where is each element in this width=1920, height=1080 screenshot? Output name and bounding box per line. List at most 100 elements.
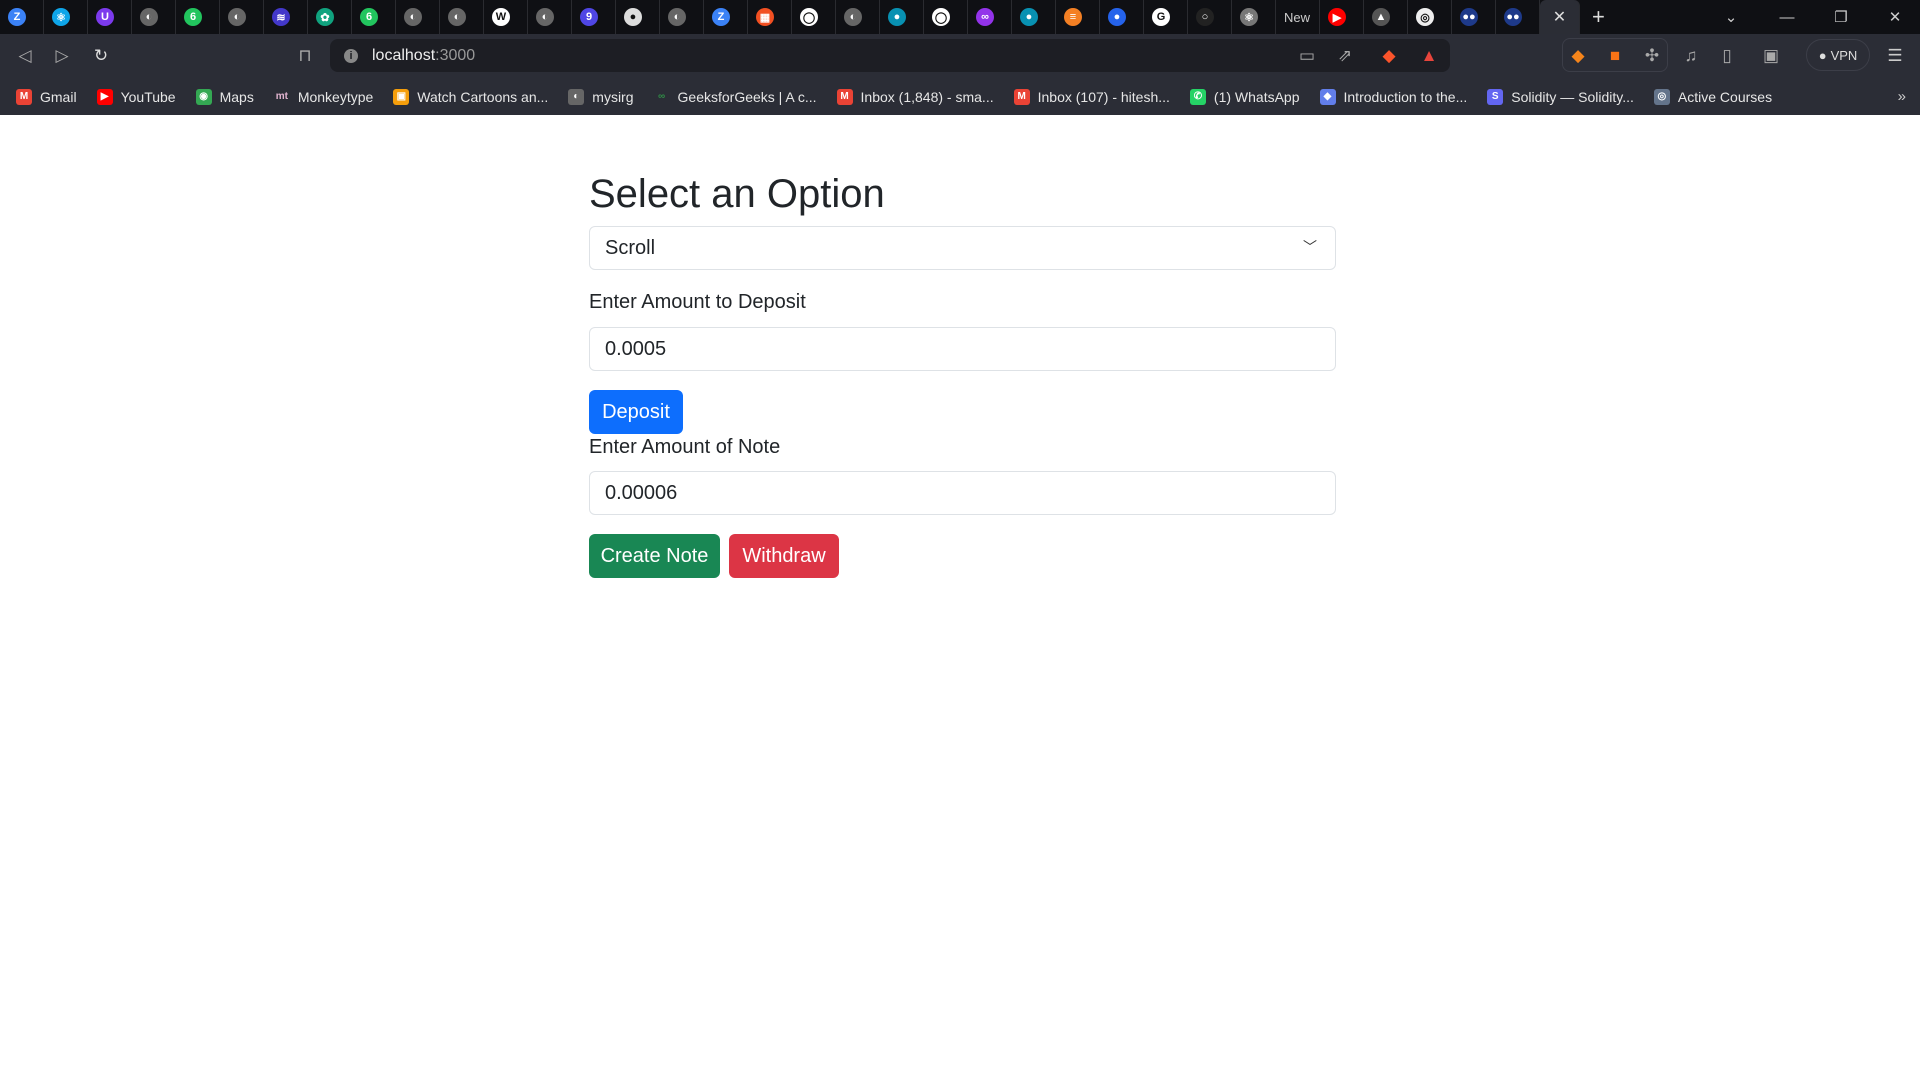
sidebar-icon[interactable]: ▯ bbox=[1712, 34, 1742, 78]
share-icon[interactable]: ⇗ bbox=[1330, 34, 1360, 78]
browser-tab[interactable]: ● bbox=[1012, 0, 1056, 34]
back-icon[interactable]: ◁ bbox=[10, 34, 40, 78]
close-tab-icon[interactable]: ✕ bbox=[1553, 7, 1566, 27]
tab-favicon-icon: ⚛ bbox=[1240, 8, 1258, 26]
tab-favicon-icon: ● bbox=[1020, 8, 1038, 26]
browser-tab[interactable]: ≡ bbox=[1056, 0, 1100, 34]
bookmark-item[interactable]: ▶ YouTube bbox=[96, 88, 176, 105]
bookmark-label: Inbox (1,848) - sma... bbox=[860, 88, 994, 105]
site-info-icon[interactable]: i bbox=[344, 48, 358, 63]
bookmark-favicon-icon: mt bbox=[275, 91, 288, 102]
browser-tab[interactable]: ●● bbox=[1452, 0, 1496, 34]
brave-shields-icon[interactable]: ◆ bbox=[1374, 34, 1404, 78]
cast-icon[interactable]: ▭ bbox=[1292, 34, 1322, 78]
tab-favicon-icon: ◐ bbox=[140, 8, 158, 26]
browser-tab[interactable]: ▲ bbox=[1364, 0, 1408, 34]
vpn-label: VPN bbox=[1830, 47, 1858, 63]
bookmark-item[interactable]: ◐ mysirg bbox=[568, 88, 634, 105]
vpn-button[interactable]: ● VPN bbox=[1806, 39, 1870, 71]
tab-favicon-icon: 9 bbox=[580, 8, 598, 26]
withdraw-button[interactable]: Withdraw bbox=[729, 534, 839, 578]
restore-button[interactable]: ❐ bbox=[1816, 0, 1866, 34]
browser-tab[interactable]: ◯ bbox=[924, 0, 968, 34]
note-amount-input[interactable]: 0.00006 bbox=[589, 471, 1336, 515]
bookmark-item[interactable]: M Inbox (107) - hitesh... bbox=[1013, 88, 1170, 105]
bookmark-favicon-icon: ✆ bbox=[1189, 88, 1206, 105]
browser-tab[interactable]: 6 bbox=[352, 0, 396, 34]
minimize-button[interactable]: — bbox=[1762, 0, 1812, 34]
bookmark-label: Gmail bbox=[40, 88, 77, 105]
bookmark-item[interactable]: ◉ Maps bbox=[195, 88, 254, 105]
browser-tab[interactable]: ◐ bbox=[836, 0, 880, 34]
bookmark-item[interactable]: ✆ (1) WhatsApp bbox=[1189, 88, 1300, 105]
music-icon[interactable]: ♫ bbox=[1676, 34, 1706, 78]
browser-tab[interactable]: ○ bbox=[1188, 0, 1232, 34]
bookmarks-more-button[interactable]: » bbox=[1898, 78, 1906, 115]
bookmark-favicon-icon: ▣ bbox=[393, 88, 410, 105]
browser-tab[interactable]: U bbox=[88, 0, 132, 34]
browser-tab[interactable]: G bbox=[1144, 0, 1188, 34]
tab-favicon-icon: ◐ bbox=[844, 8, 862, 26]
wallet-icon[interactable]: ▣ bbox=[1756, 34, 1786, 78]
bookmark-item[interactable]: M Inbox (1,848) - sma... bbox=[836, 88, 994, 105]
bookmark-favicon-icon: ◆ bbox=[1319, 88, 1336, 105]
bookmark-favicon-icon: M bbox=[1013, 88, 1030, 105]
browser-tab[interactable]: ◐ bbox=[132, 0, 176, 34]
forward-icon[interactable]: ▷ bbox=[47, 34, 77, 78]
tab-favicon-icon: Z bbox=[8, 8, 26, 26]
deposit-button[interactable]: Deposit bbox=[589, 390, 683, 434]
browser-tab[interactable]: ▶ bbox=[1320, 0, 1364, 34]
tab-favicon-icon: ▶ bbox=[1328, 8, 1346, 26]
bookmark-favicon-icon: ◐ bbox=[568, 88, 585, 105]
browser-tab[interactable]: Z bbox=[0, 0, 44, 34]
bookmark-icon[interactable]: ⊓ bbox=[290, 34, 320, 78]
browser-tab[interactable]: 9 bbox=[572, 0, 616, 34]
browser-tab[interactable]: ∞ bbox=[968, 0, 1012, 34]
browser-tab[interactable]: ● bbox=[1100, 0, 1144, 34]
bookmark-item[interactable]: M Gmail bbox=[16, 88, 77, 105]
browser-tab[interactable]: ⚛ bbox=[44, 0, 88, 34]
browser-tab[interactable]: Z bbox=[704, 0, 748, 34]
option-select[interactable]: Scroll ﹀ bbox=[589, 226, 1336, 270]
browser-tab[interactable]: ◐ bbox=[220, 0, 264, 34]
browser-tab[interactable]: ≋ bbox=[264, 0, 308, 34]
browser-tab[interactable]: ●● bbox=[1496, 0, 1540, 34]
puzzle-icon[interactable]: ✣ bbox=[1637, 34, 1667, 78]
tab-favicon-icon: ● bbox=[888, 8, 906, 26]
bookmark-item[interactable]: mt Monkeytype bbox=[274, 89, 374, 105]
metamask-icon[interactable]: ◆ bbox=[1563, 34, 1593, 78]
browser-tab[interactable]: ▦ bbox=[748, 0, 792, 34]
browser-tab[interactable]: ● bbox=[616, 0, 660, 34]
active-tab[interactable]: ✕ bbox=[1540, 0, 1580, 34]
address-bar[interactable]: i localhost:3000 bbox=[330, 39, 1450, 72]
browser-tab[interactable]: ◐ bbox=[660, 0, 704, 34]
close-window-button[interactable]: ✕ bbox=[1870, 0, 1920, 34]
bookmark-item[interactable]: ∞ GeeksforGeeks | A c... bbox=[654, 89, 817, 105]
menu-icon[interactable]: ☰ bbox=[1880, 34, 1910, 78]
browser-tab[interactable]: ◐ bbox=[440, 0, 484, 34]
browser-tab[interactable]: ◐ bbox=[396, 0, 440, 34]
bookmark-label: Introduction to the... bbox=[1343, 88, 1468, 105]
browser-tab[interactable]: W bbox=[484, 0, 528, 34]
extension-icon[interactable]: ■ bbox=[1600, 34, 1630, 78]
browser-tab[interactable]: New bbox=[1276, 0, 1320, 34]
browser-tab[interactable]: ● bbox=[880, 0, 924, 34]
tab-search-button[interactable]: ⌄ bbox=[1706, 0, 1756, 34]
browser-tab[interactable]: 6 bbox=[176, 0, 220, 34]
browser-tab[interactable]: ✿ bbox=[308, 0, 352, 34]
new-tab-button[interactable]: + bbox=[1592, 4, 1622, 30]
deposit-amount-input[interactable]: 0.0005 bbox=[589, 327, 1336, 371]
browser-tab[interactable]: ◯ bbox=[792, 0, 836, 34]
bookmark-item[interactable]: ◎ Active Courses bbox=[1653, 88, 1772, 105]
tab-favicon-icon: ◯ bbox=[800, 8, 818, 26]
browser-tab[interactable]: ⚛ bbox=[1232, 0, 1276, 34]
reload-icon[interactable]: ↻ bbox=[86, 34, 116, 78]
browser-tab[interactable]: ◐ bbox=[528, 0, 572, 34]
bookmark-item[interactable]: S Solidity — Solidity... bbox=[1487, 88, 1634, 105]
bookmark-item[interactable]: ▣ Watch Cartoons an... bbox=[393, 88, 548, 105]
create-note-button[interactable]: Create Note bbox=[589, 534, 720, 578]
bookmark-item[interactable]: ◆ Introduction to the... bbox=[1319, 88, 1468, 105]
brave-rewards-icon[interactable]: ▲ bbox=[1414, 34, 1444, 78]
tab-favicon-icon: ◯ bbox=[932, 8, 950, 26]
browser-tab[interactable]: ◎ bbox=[1408, 0, 1452, 34]
